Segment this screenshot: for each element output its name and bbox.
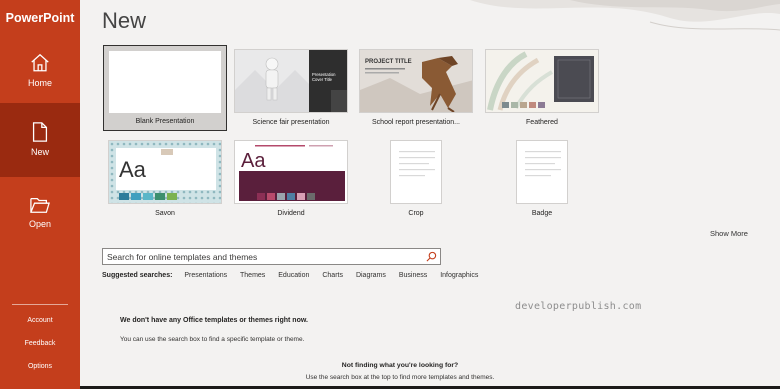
- school-report-preview: PROJECT TITLE: [359, 49, 473, 113]
- crop-preview: [390, 140, 442, 204]
- thumb-text: Aa: [119, 157, 147, 182]
- sidebar: PowerPoint Home New Open Account Feedbac…: [0, 0, 80, 389]
- template-caption: Science fair presentation: [252, 119, 330, 126]
- suggested-search-link[interactable]: Themes: [240, 272, 265, 279]
- not-finding-body: Use the search box at the top to find mo…: [305, 374, 495, 381]
- no-templates-body: You can use the search box to find a spe…: [120, 336, 305, 343]
- page-title: New: [102, 8, 147, 33]
- folder-open-icon: [30, 198, 50, 213]
- suggested-search-link[interactable]: Presentations: [184, 272, 227, 279]
- sidebar-options-link[interactable]: Options: [0, 363, 80, 370]
- thumb-text: Aa: [241, 150, 266, 172]
- template-caption: Blank Presentation: [135, 118, 195, 125]
- sidebar-item-open[interactable]: Open: [0, 183, 80, 255]
- sidebar-item-label: Open: [28, 219, 52, 229]
- suggested-searches: Suggested searches: Presentations Themes…: [102, 272, 489, 279]
- suggested-search-link[interactable]: Infographics: [440, 272, 478, 279]
- home-icon: [31, 53, 49, 72]
- dividend-preview: Aa: [234, 140, 348, 204]
- template-caption: Dividend: [277, 210, 305, 217]
- main-panel: New Blank Presentation Presentation Cove…: [80, 0, 780, 389]
- blank-slide-preview: [108, 50, 222, 114]
- watermark: developerpublish.com: [515, 301, 642, 312]
- no-templates-title: We don't have any Office templates or th…: [120, 317, 308, 324]
- sidebar-account-link[interactable]: Account: [0, 317, 80, 324]
- savon-preview: Aa: [108, 140, 222, 204]
- thumb-text: Cover Title: [312, 77, 333, 82]
- app-title: PowerPoint: [5, 11, 75, 25]
- suggested-searches-label: Suggested searches:: [102, 272, 173, 279]
- thumb-text: PROJECT TITLE: [365, 59, 412, 65]
- template-caption: Feathered: [526, 119, 558, 126]
- sidebar-item-label: Home: [27, 78, 52, 88]
- template-caption: Savon: [155, 210, 175, 217]
- search-input[interactable]: [107, 249, 417, 264]
- suggested-search-link[interactable]: Charts: [322, 272, 343, 279]
- suggested-search-link[interactable]: Business: [399, 272, 427, 279]
- header-decoration: [470, 0, 780, 31]
- new-document-icon: [32, 122, 48, 142]
- search-icon[interactable]: [426, 251, 437, 262]
- template-caption: School report presentation...: [372, 119, 460, 126]
- suggested-search-link[interactable]: Education: [278, 272, 309, 279]
- not-finding-title: Not finding what you're looking for?: [341, 362, 459, 369]
- sidebar-item-new[interactable]: New: [0, 103, 80, 177]
- show-more-link[interactable]: Show More: [710, 229, 748, 238]
- template-caption: Badge: [531, 210, 553, 217]
- science-fair-preview: Presentation Cover Title: [234, 49, 348, 113]
- sidebar-feedback-link[interactable]: Feedback: [0, 340, 80, 347]
- sidebar-item-label: New: [30, 147, 49, 157]
- sidebar-divider: [12, 304, 68, 305]
- badge-preview: [516, 140, 568, 204]
- template-caption: Crop: [408, 210, 424, 217]
- suggested-search-link[interactable]: Diagrams: [356, 272, 386, 279]
- search-box: [102, 248, 441, 265]
- feathered-preview: [485, 49, 599, 113]
